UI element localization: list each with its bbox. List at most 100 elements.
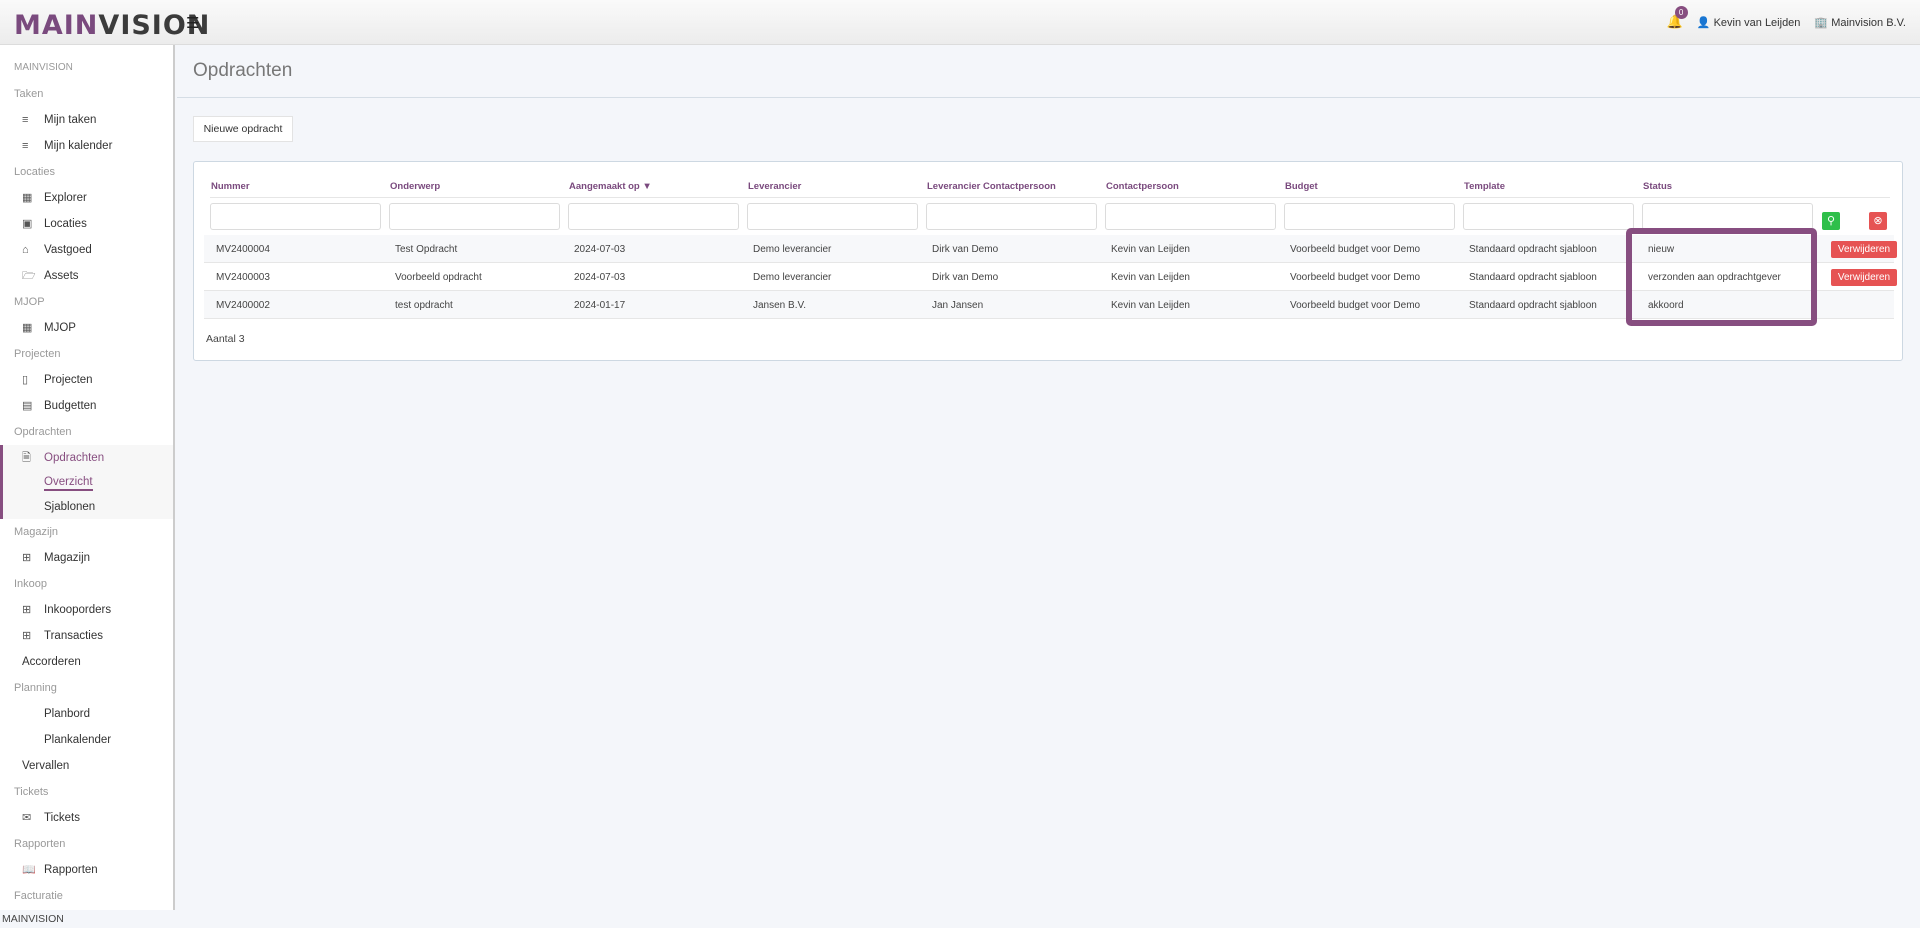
list-icon: ≡ <box>22 140 29 152</box>
section-planning: Planning <box>14 682 57 694</box>
table-cell: Standaard opdracht sjabloon <box>1469 272 1597 283</box>
sidebar-item-planbord[interactable]: Planbord <box>0 701 173 727</box>
search-button[interactable]: ⚲ <box>1822 212 1840 230</box>
delete-button[interactable]: Verwijderen <box>1831 241 1897 258</box>
table-cell: Demo leverancier <box>753 272 832 283</box>
sidebar-item-locaties[interactable]: ▣ Locaties <box>0 211 173 237</box>
table-cell: Standaard opdracht sjabloon <box>1469 244 1597 255</box>
sidebar-item-tickets[interactable]: ✉ Tickets <box>0 805 173 831</box>
section-tickets: Tickets <box>14 786 49 798</box>
section-magazijn: Magazijn <box>14 526 59 538</box>
column-header[interactable]: Contactpersoon <box>1106 181 1179 192</box>
filter-input[interactable] <box>1105 203 1276 230</box>
section-mjop: MJOP <box>14 296 45 308</box>
company-menu[interactable]: 🏢 Mainvision B.V. <box>1814 16 1906 29</box>
filter-input[interactable] <box>1642 203 1813 230</box>
table-cell: Voorbeeld budget voor Demo <box>1290 244 1421 255</box>
section-opdrachten: Opdrachten <box>14 426 72 438</box>
sidebar-item-mjop[interactable]: ▦ MJOP <box>0 315 173 341</box>
home-icon: ⌂ <box>22 244 29 256</box>
sidebar-item-explorer[interactable]: ▦ Explorer <box>0 185 173 211</box>
column-header[interactable]: Status <box>1643 181 1672 192</box>
status-highlight-box <box>1626 228 1817 326</box>
table-cell: Test Opdracht <box>395 244 458 255</box>
column-header[interactable]: Onderwerp <box>390 181 440 192</box>
sidebar-item-magazijn[interactable]: ⊞ Magazijn <box>0 545 173 571</box>
column-header[interactable]: Leverancier Contactpersoon <box>927 181 1056 192</box>
notifications-bell-icon[interactable]: 🔔 0 <box>1667 6 1688 30</box>
filter-input[interactable] <box>568 203 739 230</box>
filter-input[interactable] <box>1463 203 1634 230</box>
sidebar-item-vastgoed[interactable]: ⌂ Vastgoed <box>0 237 173 263</box>
sidebar-item-transacties[interactable]: ⊞ Transacties <box>0 623 173 649</box>
sidebar-item-inkooporders[interactable]: ⊞ Inkooporders <box>0 597 173 623</box>
top-bar: MAINVISION ☰ 🔔 0 👤 Kevin van Leijden 🏢 Ma… <box>0 0 1920 45</box>
notebook-icon: ▯ <box>22 374 29 386</box>
table-cell: Dirk van Demo <box>932 244 999 255</box>
filter-input[interactable] <box>1284 203 1455 230</box>
sidebar-item-opdrachten[interactable]: 🗎 Opdrachten <box>3 445 173 471</box>
table-cell: Voorbeeld budget voor Demo <box>1290 272 1421 283</box>
briefcase-icon: ▣ <box>22 218 33 230</box>
sidebar-item-mijn-taken[interactable]: ≡ Mijn taken <box>0 107 173 133</box>
grid-icon: ⊞ <box>22 630 32 642</box>
column-header[interactable]: Leverancier <box>748 181 801 192</box>
section-rapporten: Rapporten <box>14 838 66 850</box>
folder-icon: 🗁 <box>22 270 36 282</box>
sidebar-item-accorderen[interactable]: Accorderen <box>0 649 173 675</box>
table-cell: Kevin van Leijden <box>1111 244 1190 255</box>
section-inkoop: Inkoop <box>14 578 48 590</box>
table-cell: Kevin van Leijden <box>1111 272 1190 283</box>
hierarchy-icon: ▦ <box>22 192 33 204</box>
table-cell: 2024-07-03 <box>574 244 626 255</box>
table-cell: test opdracht <box>395 300 453 311</box>
calendar-icon: ▦ <box>22 322 33 334</box>
clear-filter-button[interactable]: ⊗ <box>1869 212 1887 230</box>
sidebar-item-rapporten[interactable]: 📖 Rapporten <box>0 857 173 883</box>
sidebar-item-vervallen[interactable]: Vervallen <box>0 753 173 779</box>
sidebar-item-assets[interactable]: 🗁 Assets <box>0 263 173 289</box>
column-header[interactable]: Nummer <box>211 181 250 192</box>
footer: MAINVISION <box>0 910 1920 928</box>
budget-icon: ▤ <box>22 400 33 412</box>
logo[interactable]: MAINVISION <box>14 10 210 41</box>
table-cell: Jan Jansen <box>932 300 984 311</box>
delete-button[interactable]: Verwijderen <box>1831 269 1897 286</box>
filter-input[interactable] <box>389 203 560 230</box>
table-cell: Demo leverancier <box>753 244 832 255</box>
section-taken: Taken <box>14 88 44 100</box>
table-cell: Jansen B.V. <box>753 300 807 311</box>
book-icon: 📖 <box>22 864 36 876</box>
table-cell: Dirk van Demo <box>932 272 999 283</box>
column-header[interactable]: Template <box>1464 181 1505 192</box>
table-cell: 2024-07-03 <box>574 272 626 283</box>
section-projecten: Projecten <box>14 348 61 360</box>
document-icon: 🗎 <box>22 452 31 464</box>
envelope-open-icon: ✉ <box>22 812 32 824</box>
table-cell: Voorbeeld opdracht <box>395 272 482 283</box>
user-icon: 👤 <box>1696 16 1711 29</box>
sidebar-item-overzicht[interactable]: Overzicht <box>3 471 173 495</box>
sidebar-item-mijn-kalender[interactable]: ≡ Mijn kalender <box>0 133 173 159</box>
list-icon: ≡ <box>22 114 29 126</box>
section-locaties: Locaties <box>14 166 55 178</box>
filter-input[interactable] <box>926 203 1097 230</box>
building-icon: 🏢 <box>1814 16 1829 29</box>
column-header[interactable]: Budget <box>1285 181 1318 192</box>
filter-input[interactable] <box>747 203 918 230</box>
sidebar-group-opdrachten: 🗎 Opdrachten Overzicht Sjablonen <box>0 445 173 519</box>
sidebar-item-budgetten[interactable]: ▤ Budgetten <box>0 393 173 419</box>
table-cell: MV2400002 <box>216 300 270 311</box>
filter-input[interactable] <box>210 203 381 230</box>
sidebar-item-sjablonen[interactable]: Sjablonen <box>3 495 173 519</box>
column-header[interactable]: Aangemaakt op ▼ <box>569 181 652 192</box>
new-assignment-button[interactable]: Nieuwe opdracht <box>193 116 293 142</box>
table-cell: 2024-01-17 <box>574 300 626 311</box>
user-menu[interactable]: 👤 Kevin van Leijden <box>1697 16 1801 29</box>
sidebar-item-projecten[interactable]: ▯ Projecten <box>0 367 173 393</box>
row-count: Aantal 3 <box>206 333 245 345</box>
sidebar-item-plankalender[interactable]: Plankalender <box>0 727 173 753</box>
table-cell: Kevin van Leijden <box>1111 300 1190 311</box>
hamburger-icon[interactable]: ☰ <box>186 14 199 32</box>
table-cell: MV2400003 <box>216 272 270 283</box>
